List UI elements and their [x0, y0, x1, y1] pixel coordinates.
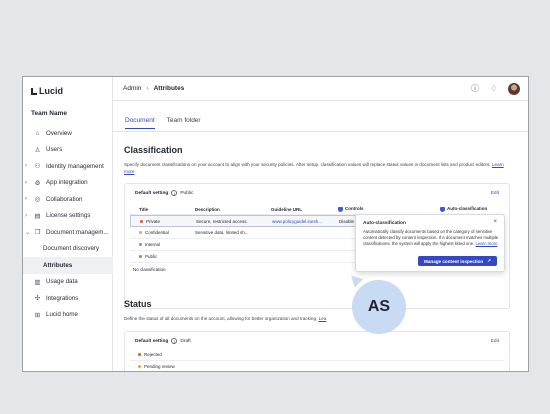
globe-icon: ◎ — [34, 196, 41, 204]
id-icon: ⚇ — [34, 163, 41, 171]
row-description: Secure, restricted access. — [196, 218, 248, 224]
external-link-icon: ↗ — [487, 258, 491, 263]
sidebar-item-lucid-home[interactable]: ⊞ Lucid home — [23, 307, 113, 324]
tooltip-body: Automatically classify documents based o… — [363, 229, 499, 246]
row-description: Sensitive data, limited sh... — [195, 230, 249, 235]
team-name: Team Name — [31, 110, 68, 117]
table-row[interactable]: Pending review — [130, 361, 504, 371]
table-row[interactable]: Rejected — [130, 349, 504, 361]
status-description: Define the status of all documents on th… — [124, 316, 327, 321]
info-icon[interactable]: i — [171, 338, 178, 344]
auto-classification-tooltip: Auto-classification × Automatically clas… — [355, 214, 505, 272]
row-title: Private — [140, 219, 188, 224]
top-icons: ⓘ ♢ — [470, 83, 520, 95]
breadcrumb-separator: › — [146, 85, 149, 92]
info-icon[interactable]: i — [171, 190, 178, 196]
gear-icon: ⚙ — [34, 179, 41, 187]
tabs: Document Team folder — [125, 117, 201, 129]
classification-edit-button[interactable]: Edit — [491, 191, 499, 196]
sidebar-item-overview[interactable]: ⌂ Overview — [23, 125, 113, 142]
row-title: Rejected — [138, 352, 186, 357]
status-dot — [140, 219, 143, 223]
shield-icon — [338, 206, 343, 212]
status-dot — [139, 231, 142, 235]
row-guideline-url[interactable]: www.policyguidel.inesh... — [272, 219, 332, 224]
close-icon[interactable]: × — [493, 219, 497, 225]
license-icon: ▤ — [34, 212, 41, 220]
sidebar-item-document-discovery[interactable]: Document discovery — [23, 241, 113, 258]
user-badge: AS — [352, 280, 406, 334]
top-bar: Admin › Attributes ⓘ ♢ — [113, 77, 528, 101]
sidebar-item-identity-management[interactable]: › ⚇ Identity management — [23, 158, 113, 175]
chevron-right-icon: › — [25, 179, 27, 186]
sidebar-item-document-management[interactable]: ⌄ ❐ Document managem... — [23, 224, 113, 241]
status-table: Rejected Pending review — [130, 349, 504, 371]
classification-description: Specify document classifications on your… — [124, 162, 504, 174]
tooltip-title: Auto-classification — [363, 221, 406, 226]
column-auto-classification: Auto-classification — [440, 206, 487, 212]
shield-icon — [440, 206, 445, 212]
chart-icon: ▥ — [34, 278, 41, 286]
tab-divider — [113, 131, 528, 132]
column-guideline-url: Guideline URL — [271, 206, 303, 212]
manage-content-inspection-button[interactable]: Manage content inspection ↗ — [418, 256, 497, 266]
document-icon: ❐ — [34, 229, 41, 237]
status-dot — [139, 255, 142, 259]
grid-icon: ⊞ — [34, 311, 41, 319]
sidebar-item-usage-data[interactable]: ▥ Usage data — [23, 274, 113, 291]
sidebar: Lucid Team Name ⌂ Overview ♙ Users › ⚇ Ident… — [23, 77, 113, 371]
breadcrumb-current: Attributes — [153, 85, 185, 92]
breadcrumb-admin[interactable]: Admin — [123, 85, 141, 92]
sidebar-item-app-integration[interactable]: › ⚙ App integration — [23, 175, 113, 192]
row-title: Pending review — [138, 364, 186, 369]
sidebar-item-users[interactable]: ♙ Users — [23, 142, 113, 159]
row-title: Public — [139, 254, 187, 259]
sidebar-item-license-settings[interactable]: › ▤ License settings — [23, 208, 113, 225]
column-description: Description — [195, 206, 220, 212]
column-controls: Controls — [338, 206, 368, 212]
home-icon: ⌂ — [35, 129, 40, 137]
tab-team-folder[interactable]: Team folder — [167, 117, 201, 129]
classification-default-setting: Default setting i Public — [135, 190, 194, 196]
chevron-down-icon: ⌄ — [25, 229, 31, 236]
status-edit-button[interactable]: Edit — [491, 339, 499, 344]
lucid-logo[interactable]: Lucid — [31, 86, 63, 96]
integrations-icon: ✣ — [34, 295, 41, 303]
status-title: Status — [124, 299, 152, 309]
row-title: Internal — [139, 242, 187, 247]
avatar[interactable] — [508, 83, 520, 95]
tooltip-learn-more-link[interactable]: Learn more — [476, 241, 498, 246]
classification-title: Classification — [124, 145, 183, 155]
row-title: Confidential — [139, 230, 187, 235]
sidebar-item-collaboration[interactable]: › ◎ Collaboration — [23, 191, 113, 208]
status-card: Default setting i Draft Edit Rejected Pend… — [124, 331, 510, 371]
bell-icon[interactable]: ♢ — [489, 84, 499, 94]
tab-document[interactable]: Document — [125, 117, 155, 129]
status-default-setting: Default setting i Draft — [135, 338, 191, 344]
status-dot — [138, 365, 141, 369]
row-title: No classification — [133, 266, 166, 272]
chevron-right-icon: › — [25, 196, 27, 203]
status-dot — [139, 243, 142, 247]
chevron-right-icon: › — [25, 212, 27, 219]
user-icon: ♙ — [34, 146, 41, 154]
status-learn-more-link[interactable]: Lea — [319, 316, 327, 321]
column-title: Title — [139, 206, 149, 212]
help-icon[interactable]: ⓘ — [470, 84, 480, 94]
sidebar-nav: ⌂ Overview ♙ Users › ⚇ Identity management ›… — [23, 125, 113, 323]
chevron-right-icon: › — [25, 163, 27, 170]
status-dot — [138, 353, 141, 357]
sidebar-item-attributes[interactable]: Attributes — [23, 257, 113, 274]
sidebar-item-integrations[interactable]: ✣ Integrations — [23, 290, 113, 307]
